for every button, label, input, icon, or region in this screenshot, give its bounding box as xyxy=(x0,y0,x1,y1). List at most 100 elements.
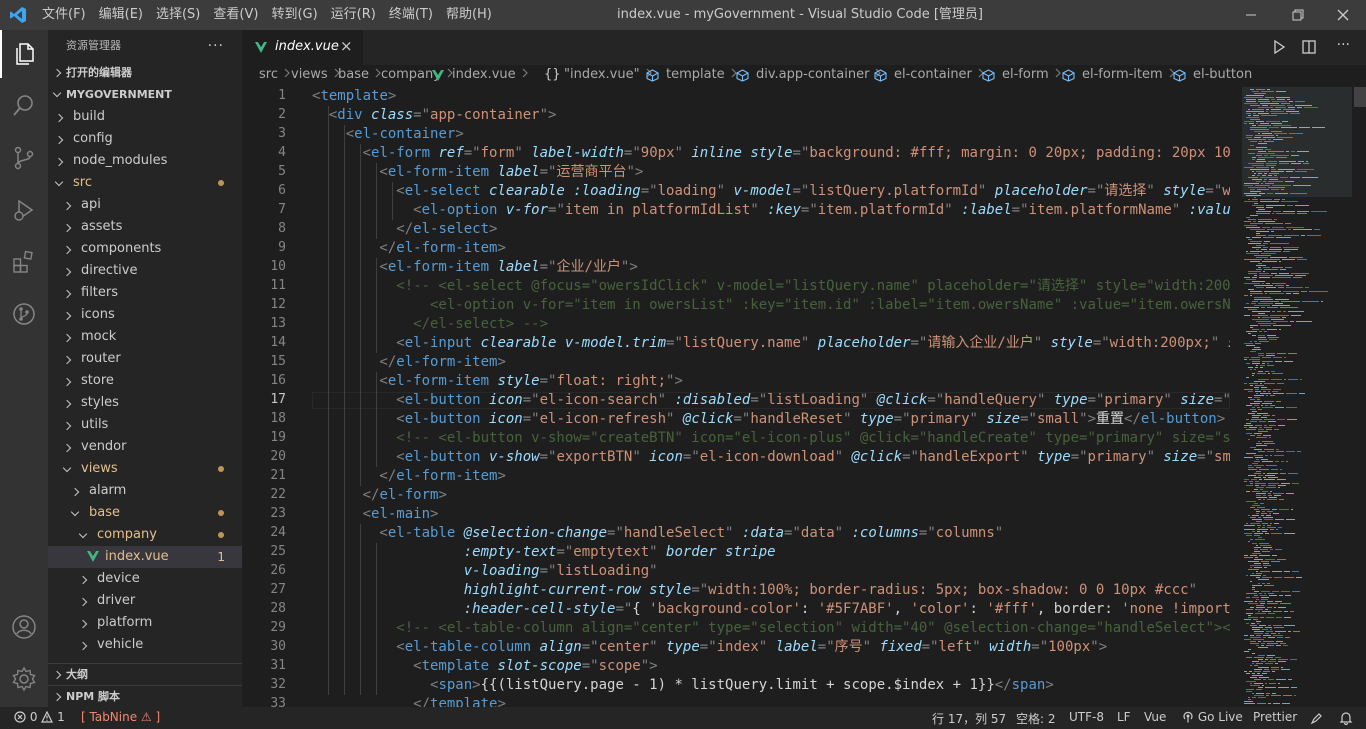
code-line[interactable]: </el-form-item> xyxy=(312,353,505,372)
breadcrumb-item[interactable]: views xyxy=(291,67,342,82)
code-line[interactable]: <el-container> xyxy=(312,125,464,144)
breadcrumb-item[interactable]: el-form xyxy=(982,67,1063,82)
breadcrumb-item[interactable]: index.vue xyxy=(432,67,530,82)
tree-folder[interactable]: assets xyxy=(48,216,242,238)
run-debug-button[interactable] xyxy=(0,186,48,234)
code-line[interactable]: <el-form-item label="运营商平台"> xyxy=(312,163,643,182)
more-actions-icon[interactable]: ··· xyxy=(1337,37,1350,53)
code-area[interactable]: <template> <div class="app-container"> <… xyxy=(312,87,1230,707)
indentation[interactable]: 空格: 2 xyxy=(1016,710,1056,727)
workspace-section[interactable]: MYGOVERNMENT xyxy=(48,84,242,106)
code-line[interactable]: <div class="app-container"> xyxy=(312,106,557,125)
restore-button[interactable] xyxy=(1275,0,1321,30)
code-line[interactable]: <el-button icon="el-icon-search" :disabl… xyxy=(312,391,1230,410)
tree-folder[interactable]: directive xyxy=(48,260,242,282)
code-line[interactable]: <el-table-column align="center" type="in… xyxy=(312,638,1107,657)
prettier-status[interactable]: Prettier xyxy=(1253,710,1297,724)
code-line[interactable]: <template slot-scope="scope"> xyxy=(312,657,657,676)
source-control-button[interactable] xyxy=(0,134,48,182)
explorer-button[interactable] xyxy=(0,30,48,78)
split-editor-icon[interactable] xyxy=(1302,40,1316,54)
tree-folder[interactable]: store xyxy=(48,370,242,392)
menu-item[interactable]: 终端(T) xyxy=(389,0,439,30)
tabnine-status[interactable]: [ TabNine ⚠ ] xyxy=(81,710,160,724)
tree-folder[interactable]: styles xyxy=(48,392,242,414)
minimap[interactable] xyxy=(1242,87,1352,707)
breadcrumb-item[interactable]: el-form-item xyxy=(1062,67,1177,82)
code-line[interactable]: </el-form-item> xyxy=(312,239,505,258)
code-line[interactable]: <span>{{(listQuery.page - 1) * listQuery… xyxy=(312,676,1054,695)
go-live-button[interactable]: Go Live xyxy=(1182,710,1243,724)
minimize-button[interactable] xyxy=(1228,0,1274,30)
tree-folder[interactable]: driver xyxy=(48,590,242,612)
breadcrumb-item[interactable]: src xyxy=(259,67,292,82)
code-line[interactable]: <template> xyxy=(312,87,396,106)
code-line[interactable]: <el-option v-for="item in platformIdList… xyxy=(312,201,1230,220)
code-line[interactable]: <el-form-item style="float: right;"> xyxy=(312,372,682,391)
tree-folder[interactable]: utils xyxy=(48,414,242,436)
tree-folder[interactable]: views xyxy=(48,458,242,480)
code-line[interactable]: </el-select> --> xyxy=(312,315,548,334)
notifications-icon[interactable] xyxy=(1339,711,1353,725)
encoding[interactable]: UTF-8 xyxy=(1069,710,1104,724)
tree-folder[interactable]: vehicle xyxy=(48,634,242,656)
tree-folder[interactable]: node_modules xyxy=(48,150,242,172)
npm-scripts-section[interactable]: NPM 脚本 xyxy=(48,685,242,707)
code-line[interactable]: <el-button icon="el-icon-refresh" @click… xyxy=(312,410,1225,429)
tree-folder[interactable]: config xyxy=(48,128,242,150)
menu-item[interactable]: 运行(R) xyxy=(331,0,382,30)
code-line[interactable]: </el-form-item> xyxy=(312,467,505,486)
breadcrumb-item[interactable]: div.app-container xyxy=(736,67,883,82)
menu-item[interactable]: 帮助(H) xyxy=(446,0,498,30)
more-actions-icon[interactable]: ··· xyxy=(208,30,224,62)
code-line[interactable]: <el-option v-for="item in owersList" :ke… xyxy=(312,296,1230,315)
tree-folder[interactable]: device xyxy=(48,568,242,590)
menu-item[interactable]: 查看(V) xyxy=(213,0,264,30)
code-editor[interactable]: 1 2 3 4 5 6 7 8 9 10 11 12 13 14 15 16 17 18 19 20 21 22 23 24 2… xyxy=(242,87,1366,707)
code-line[interactable]: <!-- <el-button v-show="createBTN" icon=… xyxy=(312,429,1230,448)
tree-folder[interactable]: src xyxy=(48,172,242,194)
code-line[interactable]: </template> xyxy=(312,695,506,707)
outline-section[interactable]: 大纲 xyxy=(48,663,242,686)
tree-folder[interactable]: router xyxy=(48,348,242,370)
feedback-icon[interactable] xyxy=(1310,712,1323,725)
tab-index-vue[interactable]: index.vue × xyxy=(242,30,363,65)
accounts-button[interactable] xyxy=(0,603,48,651)
end-of-line[interactable]: LF xyxy=(1117,710,1131,724)
code-line[interactable]: <el-table @selection-change="handleSelec… xyxy=(312,524,1003,543)
tree-folder[interactable]: vendor xyxy=(48,436,242,458)
menu-item[interactable]: 转到(G) xyxy=(271,0,323,30)
close-window-button[interactable] xyxy=(1320,0,1366,30)
tree-folder[interactable]: icons xyxy=(48,304,242,326)
tree-folder[interactable]: api xyxy=(48,194,242,216)
problems-indicator[interactable]: 0 1 xyxy=(14,710,65,724)
tree-folder[interactable]: alarm xyxy=(48,480,242,502)
code-line[interactable]: v-loading="listLoading" xyxy=(312,562,658,581)
code-line[interactable]: <el-input clearable v-model.trim="listQu… xyxy=(312,334,1230,353)
breadcrumb-item[interactable]: {} "index.vue" xyxy=(544,67,654,82)
code-line[interactable]: <!-- <el-table-column align="center" typ… xyxy=(312,619,1230,638)
code-line[interactable]: :empty-text="emptytext" border stripe xyxy=(312,543,776,562)
tree-folder[interactable]: mock xyxy=(48,326,242,348)
breadcrumb-item[interactable]: template xyxy=(646,67,739,82)
manage-button[interactable] xyxy=(0,655,48,703)
code-line[interactable]: highlight-current-row style="width:100%;… xyxy=(312,581,1197,600)
tree-folder[interactable]: build xyxy=(48,106,242,128)
tree-folder[interactable]: base xyxy=(48,502,242,524)
tree-file[interactable]: index.vue 1 xyxy=(48,546,242,568)
run-icon[interactable] xyxy=(1272,40,1286,54)
language-mode[interactable]: Vue xyxy=(1144,710,1166,724)
breadcrumb-item[interactable]: el-container xyxy=(874,67,986,82)
extensions-button[interactable] xyxy=(0,238,48,286)
code-line[interactable]: <el-main> xyxy=(312,505,439,524)
code-line[interactable]: <!-- <el-select @focus="owersIdClick" v-… xyxy=(312,277,1230,296)
code-line[interactable]: <el-button v-show="exportBTN" icon="el-i… xyxy=(312,448,1230,467)
tree-folder[interactable]: platform xyxy=(48,612,242,634)
gitlens-button[interactable] xyxy=(0,290,48,338)
open-editors-section[interactable]: 打开的编辑器 xyxy=(48,62,242,84)
tree-folder[interactable]: company xyxy=(48,524,242,546)
menu-item[interactable]: 文件(F) xyxy=(42,0,92,30)
code-line[interactable]: <el-select clearable :loading="loading" … xyxy=(312,182,1230,201)
cursor-position[interactable]: 行 17，列 57 xyxy=(932,710,1006,727)
code-line[interactable]: </el-select> xyxy=(312,220,497,239)
